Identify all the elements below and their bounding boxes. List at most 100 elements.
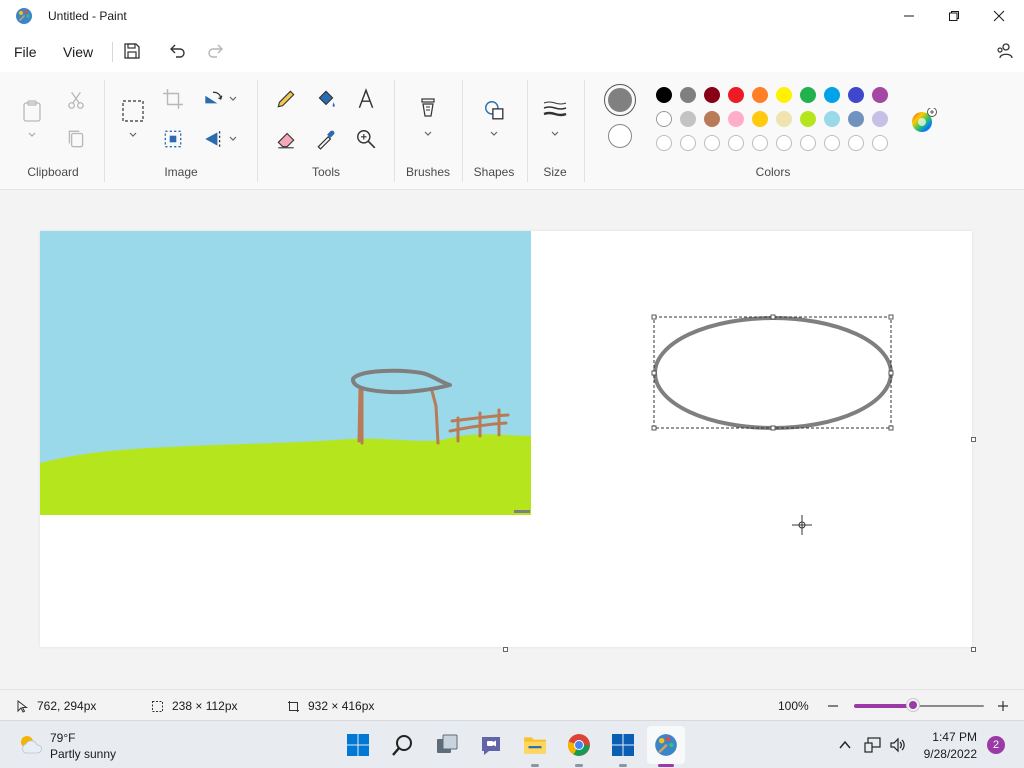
custom-color-swatch-empty[interactable] [848, 135, 864, 151]
canvas-resize-handle-right[interactable] [971, 437, 976, 442]
cut-icon[interactable] [65, 89, 87, 111]
close-button[interactable] [976, 0, 1022, 32]
custom-color-swatch-empty[interactable] [872, 135, 888, 151]
zoom-percent[interactable]: 100% [778, 699, 809, 713]
start-button[interactable] [344, 731, 372, 759]
color-swatch[interactable] [800, 111, 816, 127]
custom-color-swatch-empty[interactable] [728, 135, 744, 151]
select-rectangle-icon[interactable] [121, 99, 145, 123]
clock-time[interactable]: 1:47 PM [921, 730, 977, 744]
color-swatch[interactable] [704, 111, 720, 127]
color-swatch[interactable] [776, 87, 792, 103]
notification-badge[interactable]: 2 [987, 736, 1005, 754]
color-picker-icon[interactable] [315, 128, 337, 150]
color-swatch[interactable] [800, 87, 816, 103]
zoom-out-icon[interactable] [826, 699, 840, 713]
search-button[interactable] [389, 731, 417, 759]
edit-colors-icon[interactable] [910, 108, 938, 136]
color-swatch[interactable] [680, 87, 696, 103]
canvas-workspace [0, 191, 1024, 689]
rotate-icon[interactable] [202, 88, 224, 110]
drawing-canvas[interactable] [40, 231, 972, 647]
share-people-icon[interactable] [994, 41, 1014, 61]
group-label-brushes: Brushes [405, 165, 451, 179]
weather-partly-sunny-icon[interactable] [17, 733, 43, 757]
group-label-colors: Colors [755, 165, 791, 179]
color-swatch[interactable] [872, 111, 888, 127]
network-icon[interactable] [864, 736, 882, 754]
custom-color-swatch-empty[interactable] [680, 135, 696, 151]
chevron-down-icon[interactable] [423, 130, 433, 138]
taskbar: 79°F Partly sunny 1:47 PM 9/28/2022 2 [0, 720, 1024, 768]
undo-icon[interactable] [167, 41, 187, 61]
chevron-down-icon[interactable] [228, 135, 238, 143]
file-explorer-button[interactable] [521, 731, 549, 759]
color-swatch[interactable] [728, 87, 744, 103]
store-button[interactable] [609, 731, 637, 759]
paste-icon[interactable] [21, 99, 43, 123]
color-swatch[interactable] [656, 111, 672, 127]
ellipse-shape[interactable] [653, 316, 893, 430]
chat-icon [482, 737, 500, 755]
brush-icon[interactable] [418, 97, 438, 123]
magnifier-icon[interactable] [355, 128, 377, 150]
fill-bucket-icon[interactable] [315, 88, 337, 110]
secondary-color-button[interactable] [608, 124, 632, 148]
copy-icon[interactable] [65, 128, 87, 150]
crop-icon[interactable] [162, 88, 184, 110]
color-swatch[interactable] [704, 87, 720, 103]
restore-button[interactable] [931, 0, 977, 32]
custom-color-swatch-empty[interactable] [800, 135, 816, 151]
weather-temperature[interactable]: 79°F [50, 731, 75, 745]
resize-icon[interactable] [162, 128, 184, 150]
redo-icon[interactable] [206, 41, 226, 61]
chevron-down-icon[interactable] [550, 130, 560, 138]
size-lines-icon[interactable] [543, 100, 567, 122]
volume-icon[interactable] [889, 736, 907, 754]
color-swatch[interactable] [776, 111, 792, 127]
flip-icon[interactable] [202, 128, 224, 150]
eraser-icon[interactable] [275, 128, 297, 150]
chevron-down-icon[interactable] [27, 131, 37, 139]
selection-size: 238 × 112px [151, 699, 238, 713]
save-icon[interactable] [122, 41, 142, 61]
color-swatch[interactable] [656, 87, 672, 103]
color-swatch[interactable] [680, 111, 696, 127]
custom-color-swatch-empty[interactable] [776, 135, 792, 151]
chevron-down-icon[interactable] [228, 95, 238, 103]
custom-color-swatch-empty[interactable] [824, 135, 840, 151]
color-swatch[interactable] [848, 111, 864, 127]
color-swatch[interactable] [752, 87, 768, 103]
menu-view[interactable]: View [63, 44, 93, 60]
text-icon[interactable] [355, 88, 377, 110]
color-swatch[interactable] [728, 111, 744, 127]
primary-color-button[interactable] [604, 84, 636, 116]
chevron-up-icon[interactable] [838, 738, 852, 752]
minimize-button[interactable] [886, 0, 932, 32]
clock-date[interactable]: 9/28/2022 [915, 747, 977, 761]
teams-chat-button[interactable] [477, 731, 505, 759]
color-swatch[interactable] [848, 87, 864, 103]
canvas-resize-handle-corner[interactable] [971, 647, 976, 652]
windows-store-icon [612, 734, 634, 756]
color-swatch[interactable] [824, 111, 840, 127]
chrome-button[interactable] [565, 731, 593, 759]
menu-file[interactable]: File [14, 44, 37, 60]
custom-color-swatch-empty[interactable] [752, 135, 768, 151]
custom-color-swatch-empty[interactable] [656, 135, 672, 151]
pencil-icon[interactable] [275, 88, 297, 110]
status-bar: 762, 294px 238 × 112px 932 × 416px 100% [0, 689, 1024, 720]
color-swatch[interactable] [872, 87, 888, 103]
zoom-in-icon[interactable] [996, 699, 1010, 713]
paint-taskbar-button[interactable] [652, 731, 680, 759]
color-swatch[interactable] [824, 87, 840, 103]
canvas-resize-handle-bottom[interactable] [503, 647, 508, 652]
weather-description[interactable]: Partly sunny [50, 747, 116, 761]
chevron-down-icon[interactable] [489, 130, 499, 138]
color-swatch[interactable] [752, 111, 768, 127]
chevron-down-icon[interactable] [128, 131, 138, 139]
task-view-button[interactable] [433, 731, 461, 759]
custom-color-swatch-empty[interactable] [704, 135, 720, 151]
shapes-icon[interactable] [483, 99, 505, 121]
zoom-slider-thumb[interactable] [906, 699, 919, 711]
